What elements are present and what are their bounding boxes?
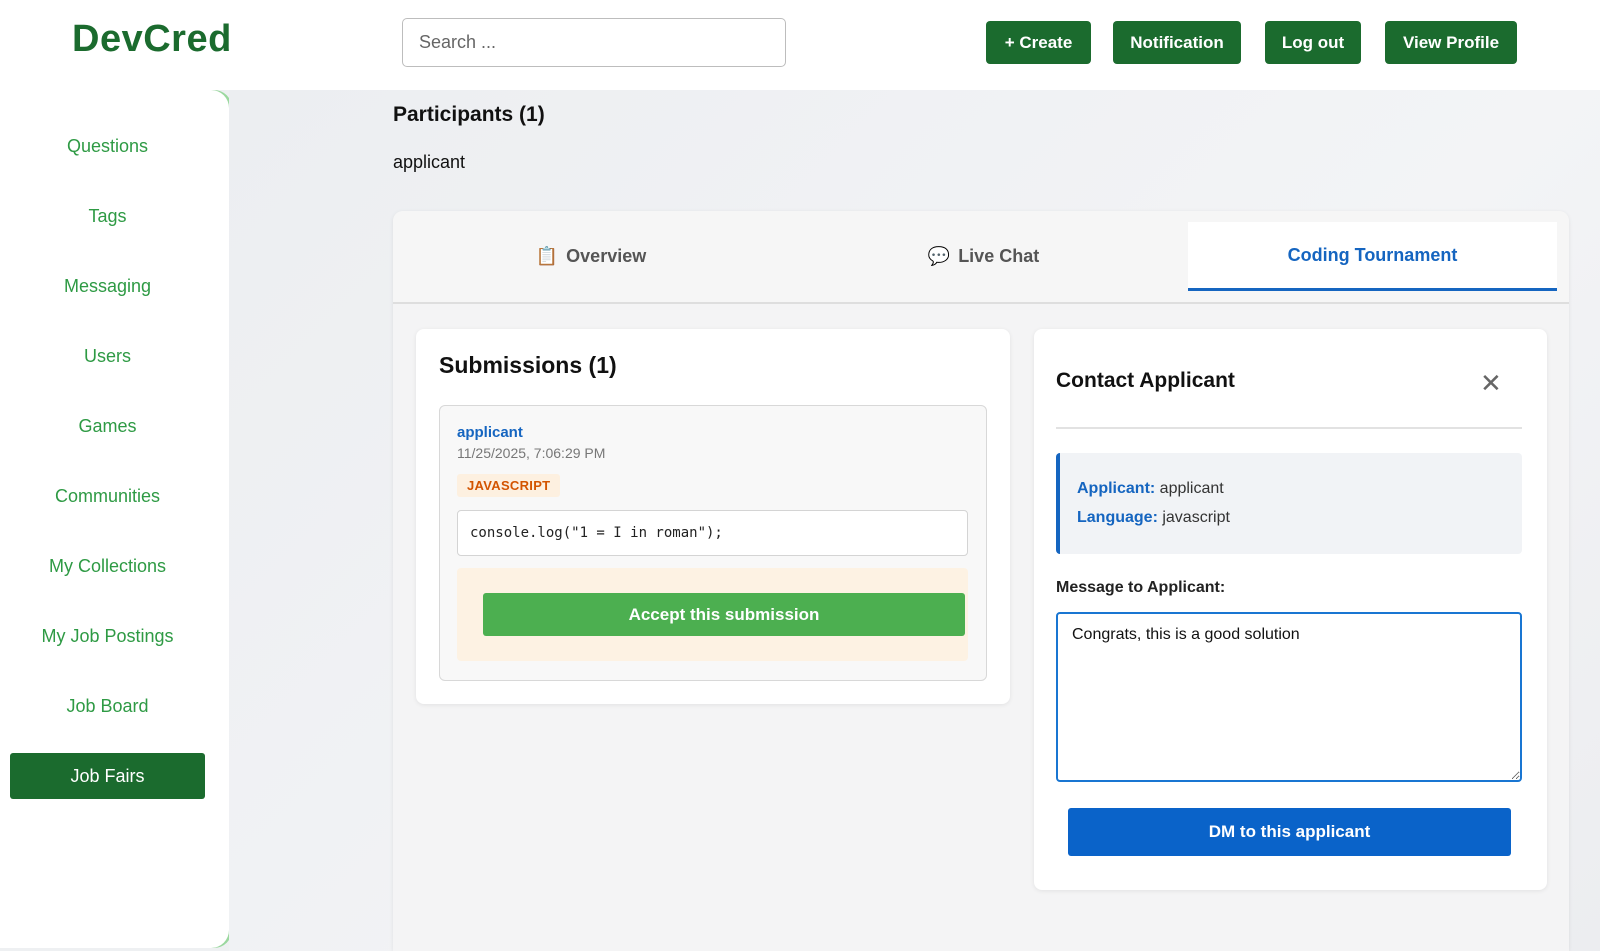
search-input[interactable] xyxy=(402,18,786,67)
sidebar-item-users[interactable]: Users xyxy=(10,333,205,379)
submissions-title: Submissions (1) xyxy=(439,352,617,378)
applicant-key: Applicant: xyxy=(1077,480,1156,497)
logout-button[interactable]: Log out xyxy=(1265,21,1361,64)
sidebar-item-my-job-postings[interactable]: My Job Postings xyxy=(10,613,205,659)
applicant-info-line: Applicant: applicant xyxy=(1077,480,1224,498)
sidebar-item-questions[interactable]: Questions xyxy=(10,123,205,169)
language-info-line: Language: javascript xyxy=(1077,509,1230,527)
tab-coding-tournament[interactable]: Coding Tournament xyxy=(1188,222,1557,291)
create-button[interactable]: + Create xyxy=(986,21,1091,64)
tab-coding-tournament-label: Coding Tournament xyxy=(1287,244,1458,265)
close-icon[interactable]: ✕ xyxy=(1480,370,1502,396)
app-logo[interactable]: DevCred xyxy=(72,18,232,61)
submission-code: console.log("1 = I in roman"); xyxy=(457,510,968,556)
applicant-info-box xyxy=(1056,453,1522,554)
tab-live-chat-label: Live Chat xyxy=(958,246,1040,266)
accept-submission-button[interactable]: Accept this submission xyxy=(483,593,965,636)
sidebar-item-job-fairs[interactable]: Job Fairs xyxy=(10,753,205,799)
tab-live-chat[interactable]: 💬 Live Chat xyxy=(785,222,1182,291)
message-label: Message to Applicant: xyxy=(1056,579,1226,596)
applicant-value: applicant xyxy=(1159,480,1224,497)
participant-name: applicant xyxy=(393,152,466,172)
tab-overview[interactable]: 📋 Overview xyxy=(397,222,785,291)
submission-user-link[interactable]: applicant xyxy=(457,424,523,441)
submission-timestamp: 11/25/2025, 7:06:29 PM xyxy=(457,445,606,461)
language-badge: JAVASCRIPT xyxy=(457,474,561,497)
speech-bubble-icon: 💬 xyxy=(927,246,951,266)
language-value: javascript xyxy=(1162,509,1230,526)
sidebar-item-my-collections[interactable]: My Collections xyxy=(10,543,205,589)
sidebar: Questions Tags Messaging Users Games Com… xyxy=(0,90,229,948)
message-textarea[interactable]: Congrats, this is a good solution xyxy=(1056,612,1522,782)
sidebar-item-messaging[interactable]: Messaging xyxy=(10,263,205,309)
dm-applicant-button[interactable]: DM to this applicant xyxy=(1068,808,1511,856)
clipboard-icon: 📋 xyxy=(535,246,559,266)
top-header: DevCred + Create Notification Log out Vi… xyxy=(0,0,1600,90)
divider xyxy=(1056,427,1522,429)
view-profile-button[interactable]: View Profile xyxy=(1385,21,1517,64)
sidebar-item-communities[interactable]: Communities xyxy=(10,473,205,519)
notification-button[interactable]: Notification xyxy=(1113,21,1241,64)
sidebar-item-tags[interactable]: Tags xyxy=(10,193,205,239)
contact-title: Contact Applicant xyxy=(1056,369,1235,392)
participants-title: Participants (1) xyxy=(393,103,545,126)
contact-applicant-card xyxy=(1034,329,1547,890)
sidebar-item-games[interactable]: Games xyxy=(10,403,205,449)
tab-overview-label: Overview xyxy=(566,246,647,266)
language-key: Language: xyxy=(1077,509,1158,526)
sidebar-item-job-board[interactable]: Job Board xyxy=(10,683,205,729)
